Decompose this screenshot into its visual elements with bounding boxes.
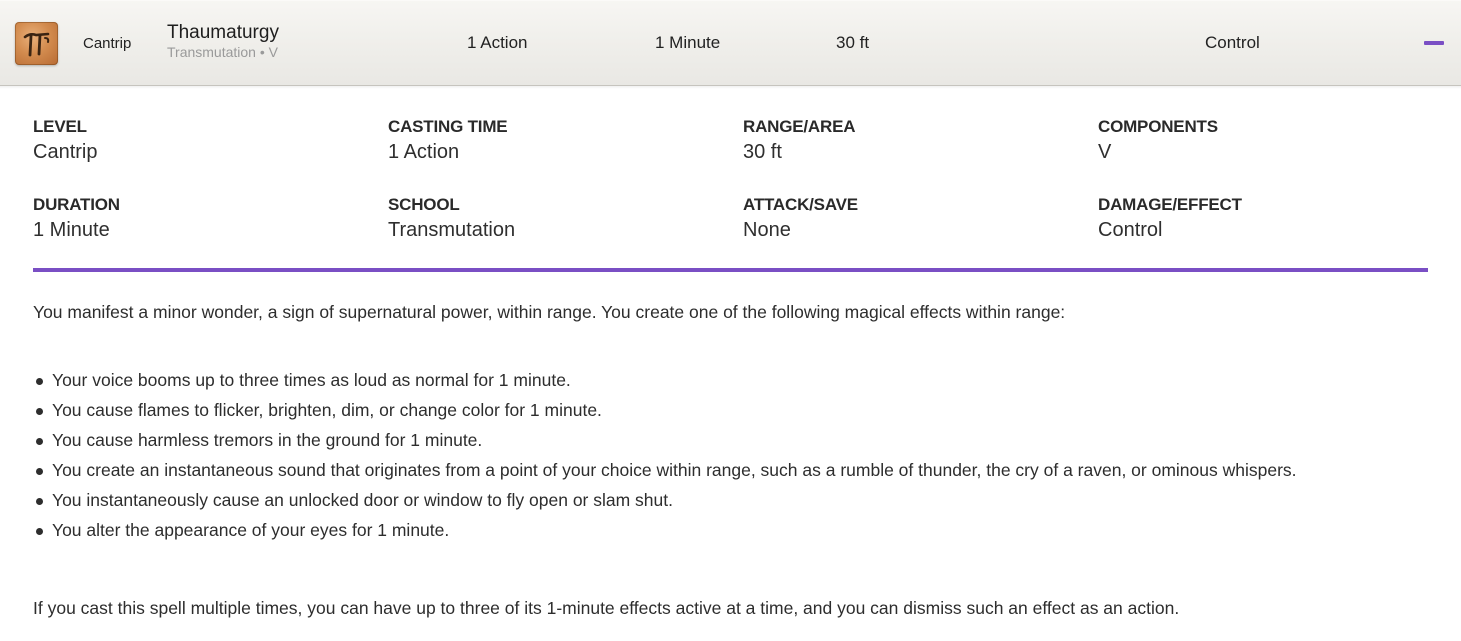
stat-label: COMPONENTS [1098, 117, 1218, 136]
effect: Control [1205, 33, 1260, 52]
stat-range-area: RANGE/AREA 30 ft [743, 117, 855, 164]
stat-casting-time: CASTING TIME 1 Action [388, 117, 508, 164]
stat-label: RANGE/AREA [743, 117, 856, 136]
stat-components: COMPONENTS V [1098, 117, 1218, 164]
list-item: Your voice booms up to three times as lo… [33, 368, 1297, 398]
stat-value: 1 Minute [33, 219, 110, 241]
duration: 1 Minute [655, 33, 721, 52]
stat-value: 30 ft [743, 141, 782, 163]
spell-title-block: Thaumaturgy Transmutation • V [167, 22, 279, 60]
spell-name: Thaumaturgy [167, 22, 279, 43]
spell-level: Cantrip [83, 35, 132, 52]
stat-value: V [1098, 141, 1112, 163]
spell-row-header[interactable]: Cantrip Thaumaturgy Transmutation • V 1 … [0, 0, 1461, 89]
stat-value: Control [1098, 219, 1163, 241]
stat-label: DAMAGE/EFFECT [1098, 195, 1242, 214]
range: 30 ft [836, 33, 870, 52]
list-item: You instantaneously cause an unlocked do… [33, 488, 1297, 518]
stat-label: CASTING TIME [388, 117, 508, 136]
stat-level: LEVEL Cantrip [33, 117, 97, 164]
stat-value: 1 Action [388, 141, 460, 163]
pi-rune-icon [15, 22, 58, 65]
stat-label: SCHOOL [388, 195, 460, 214]
list-item: You cause harmless tremors in the ground… [33, 428, 1297, 458]
stat-damage-effect: DAMAGE/EFFECT Control [1098, 195, 1242, 242]
stat-label: LEVEL [33, 117, 87, 136]
stat-label: DURATION [33, 195, 120, 214]
stat-value: None [743, 219, 791, 241]
stat-value: Cantrip [33, 141, 98, 163]
list-item: You alter the appearance of your eyes fo… [33, 518, 1297, 548]
description-outro: If you cast this spell multiple times, y… [33, 598, 1180, 618]
list-item: You cause flames to flicker, brighten, d… [33, 398, 1297, 428]
stat-school: SCHOOL Transmutation [388, 195, 515, 242]
spell-school-components: Transmutation • V [167, 44, 278, 60]
description-intro: You manifest a minor wonder, a sign of s… [33, 302, 1066, 322]
casting-time: 1 Action [467, 33, 528, 52]
collapse-icon[interactable] [1424, 41, 1444, 45]
effects-list: Your voice booms up to three times as lo… [33, 368, 1297, 548]
stat-attack-save: ATTACK/SAVE None [743, 195, 858, 242]
section-divider [33, 268, 1428, 272]
stat-label: ATTACK/SAVE [743, 195, 858, 214]
stat-duration: DURATION 1 Minute [33, 195, 120, 242]
stat-value: Transmutation [388, 219, 516, 241]
list-item: You create an instantaneous sound that o… [33, 458, 1297, 488]
